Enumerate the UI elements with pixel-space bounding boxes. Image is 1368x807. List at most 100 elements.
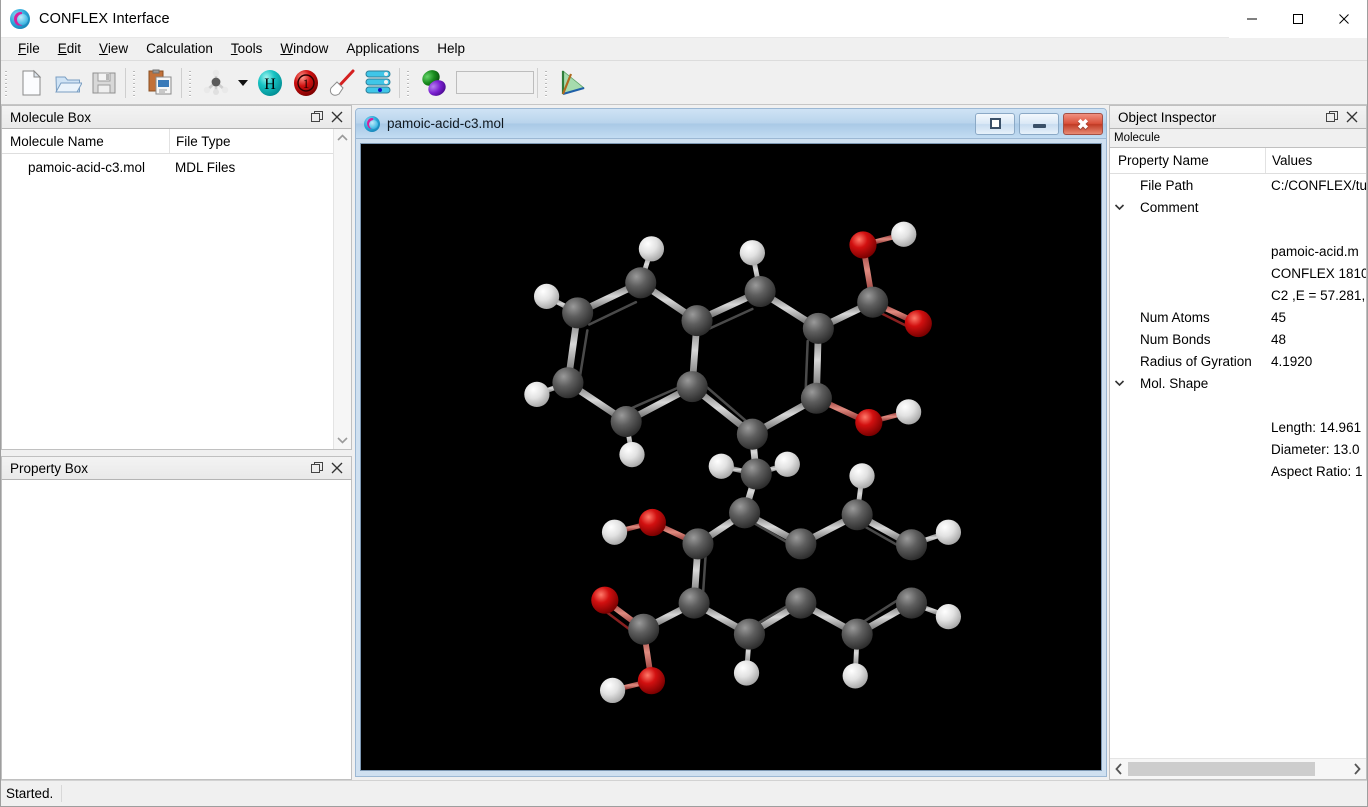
object-inspector-table-header: Property Name Values [1110,148,1366,174]
object-inspector-float-button[interactable] [1322,108,1342,126]
right-dock: Object Inspector Molecule Property Name … [1109,105,1367,780]
list-item[interactable]: File Path C:/CONFLEX/tu [1110,174,1366,196]
orbital-combo[interactable] [456,71,534,94]
molecule-box-float-button[interactable] [307,108,327,126]
mdi-area: pamoic-acid-c3.mol ✖ [352,105,1109,780]
list-item[interactable]: Num Bonds 48 [1110,328,1366,350]
molecule-3d-viewport[interactable] [360,143,1102,771]
list-item[interactable]: Radius of Gyration 4.1920 [1110,350,1366,372]
new-file-button[interactable] [15,66,49,100]
property-box-close-button[interactable] [327,459,347,477]
property-box-body[interactable] [1,480,352,780]
list-item[interactable]: Num Atoms 45 [1110,306,1366,328]
save-file-button[interactable] [87,66,121,100]
open-file-button[interactable] [51,66,85,100]
minimize-button[interactable] [1229,0,1275,38]
window-controls [1229,0,1367,38]
table-row[interactable]: pamoic-acid-c3.mol MDL Files [2,154,333,180]
window-title: CONFLEX Interface [39,10,170,27]
import-button[interactable] [143,66,177,100]
list-item[interactable] [1110,218,1366,240]
property-value: pamoic-acid.m [1271,243,1359,259]
property-label: Comment [1140,199,1199,215]
orbital-button[interactable] [417,66,451,100]
clean-structure-button[interactable] [325,66,359,100]
menu-calculation[interactable]: Calculation [137,38,222,60]
list-item[interactable]: CONFLEX 1810 [1110,262,1366,284]
mdi-window-controls: ✖ [975,112,1103,135]
property-label: Num Atoms [1140,309,1210,325]
mdi-restore-button[interactable] [975,112,1015,135]
add-hydrogen-button[interactable]: H [253,66,287,100]
property-value: CONFLEX 1810 [1271,265,1366,281]
mdi-minimize-button[interactable] [1019,112,1059,135]
property-label: Num Bonds [1140,331,1211,347]
property-label: File Path [1140,177,1194,193]
toolbar-separator [399,67,400,98]
menu-applications[interactable]: Applications [337,38,428,60]
list-item[interactable]: Mol. Shape [1110,372,1366,394]
mdi-titlebar[interactable]: pamoic-acid-c3.mol ✖ [356,109,1106,139]
list-item[interactable]: C2 ,E = 57.281, [1110,284,1366,306]
column-header-property-name[interactable]: Property Name [1110,153,1265,168]
toolbar-grip[interactable] [544,68,551,97]
property-box-float-button[interactable] [307,459,327,477]
svg-text:1: 1 [303,76,310,91]
toolbar-grip[interactable] [188,68,195,97]
mdi-close-button[interactable]: ✖ [1063,112,1103,135]
molecule-table-header: Molecule Name File Type [2,129,333,154]
list-item[interactable]: Length: 14.961 [1110,416,1366,438]
cell-file-type: MDL Files [175,159,236,175]
scroll-up-button[interactable] [334,129,352,147]
property-value: 45 [1271,309,1287,325]
svg-text:H: H [264,76,276,93]
chevron-down-icon[interactable] [1110,203,1128,211]
build-molecule-button[interactable] [199,66,233,100]
chevron-down-icon[interactable] [1110,379,1128,387]
maximize-button[interactable] [1275,0,1321,38]
scrollbar-track[interactable] [1128,759,1348,779]
menu-file[interactable]: File [9,38,49,60]
menu-view[interactable]: View [90,38,137,60]
toolbar-grip[interactable] [406,68,413,97]
menu-help[interactable]: Help [428,38,474,60]
scrollbar-track[interactable] [334,147,352,431]
scroll-down-button[interactable] [334,431,352,449]
object-inspector-close-button[interactable] [1342,108,1362,126]
object-inspector-horizontal-scrollbar[interactable] [1110,758,1366,779]
molecule-box-close-button[interactable] [327,108,347,126]
object-inspector-body: Property Name Values File Path C:/CONFLE… [1109,147,1367,780]
object-inspector-rows: File Path C:/CONFLEX/tu Comment pamoic-a… [1110,174,1366,758]
toolbar-grip[interactable] [132,68,139,97]
toolbar-grip[interactable] [4,68,11,97]
list-item[interactable]: pamoic-acid.m [1110,240,1366,262]
molecule-box-vertical-scrollbar[interactable] [333,129,351,449]
list-item[interactable]: Comment [1110,196,1366,218]
status-message: Started. [6,785,63,802]
mdi-window-title: pamoic-acid-c3.mol [387,116,505,131]
left-dock: Molecule Box Molecule Name File Type pam… [1,105,352,780]
list-item[interactable]: Aspect Ratio: 1 [1110,460,1366,482]
scroll-right-button[interactable] [1348,759,1366,779]
list-item[interactable]: Diameter: 13.0 [1110,438,1366,460]
molecule-table: Molecule Name File Type pamoic-acid-c3.m… [2,129,333,449]
column-header-file-type[interactable]: File Type [169,129,333,153]
axes-button[interactable] [555,66,589,100]
scroll-left-button[interactable] [1110,759,1128,779]
list-item[interactable] [1110,394,1366,416]
menu-edit[interactable]: Edit [49,38,90,60]
menu-window[interactable]: Window [271,38,337,60]
conformation-list-button[interactable] [361,66,395,100]
property-value: 4.1920 [1271,353,1313,369]
menu-tools[interactable]: Tools [222,38,272,60]
molecule-box-title: Molecule Box [10,109,92,125]
cell-molecule-name: pamoic-acid-c3.mol [28,159,146,175]
scrollbar-thumb[interactable] [1128,762,1315,776]
build-dropdown-button[interactable] [235,66,251,100]
molecule-ball-and-stick-render [371,144,1091,770]
bond-order-button[interactable]: 1 [289,66,323,100]
close-button[interactable] [1321,0,1367,38]
column-header-values[interactable]: Values [1265,148,1366,173]
column-header-molecule-name[interactable]: Molecule Name [2,134,169,149]
molecule-box-header: Molecule Box [1,105,352,129]
